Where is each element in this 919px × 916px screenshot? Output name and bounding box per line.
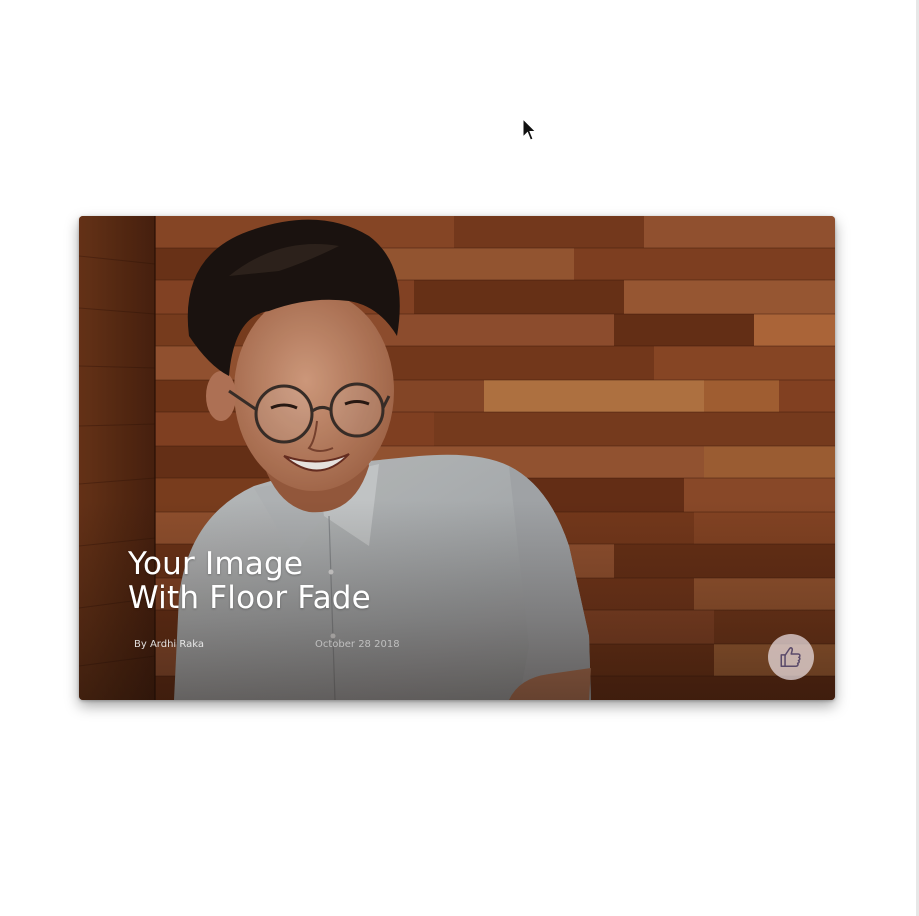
card-title-line-2: With Floor Fade bbox=[128, 580, 371, 616]
card-title: Your Image With Floor Fade bbox=[128, 547, 371, 615]
thumbs-up-icon bbox=[780, 647, 801, 667]
like-button[interactable] bbox=[768, 634, 814, 680]
page: Your Image With Floor Fade By Ardhi Raka… bbox=[0, 0, 919, 916]
card-date: October 28 2018 bbox=[315, 639, 400, 650]
card-author: By Ardhi Raka bbox=[134, 639, 204, 650]
mouse-cursor-icon bbox=[522, 118, 536, 141]
card-title-line-1: Your Image bbox=[128, 546, 304, 582]
image-card[interactable]: Your Image With Floor Fade By Ardhi Raka… bbox=[79, 216, 835, 700]
